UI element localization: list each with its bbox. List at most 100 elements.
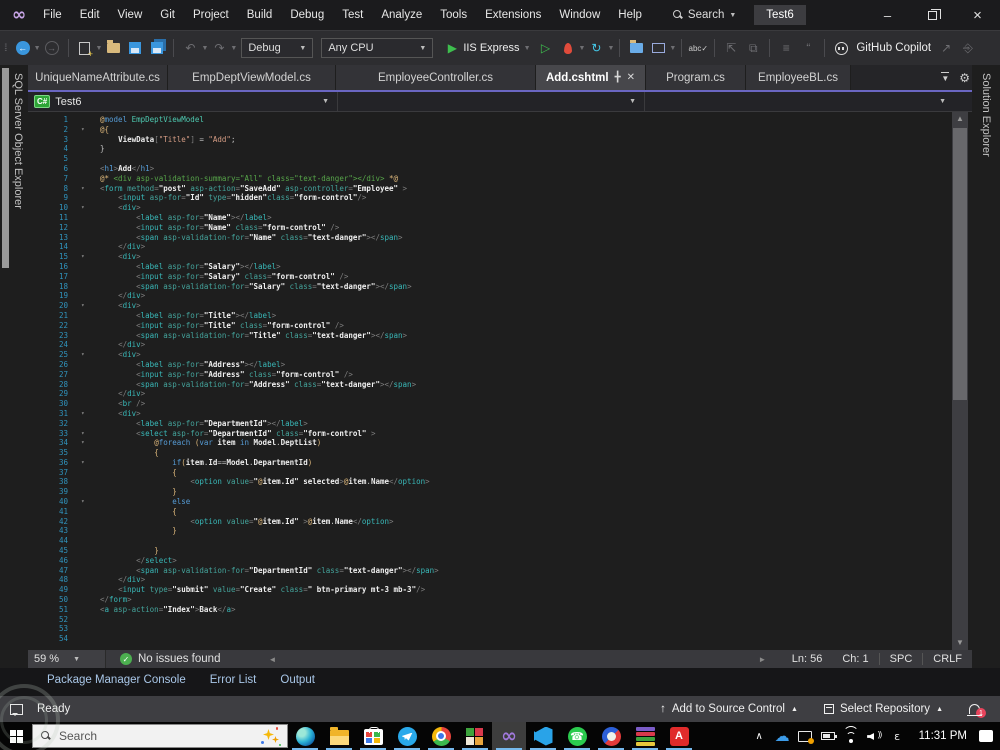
- wifi-icon[interactable]: [840, 722, 863, 750]
- vertical-scrollbar[interactable]: ▲ ▼: [952, 112, 968, 650]
- tab-employeecontroller-cs[interactable]: EmployeeController.cs: [336, 65, 536, 90]
- minimize-button[interactable]: –: [865, 0, 910, 30]
- type-dropdown[interactable]: ▼: [338, 91, 645, 112]
- column-indicator[interactable]: Ch: 1: [832, 653, 878, 665]
- code-editor[interactable]: 1 @model EmpDeptViewModel 2 ▾ @{3 ViewData["…: [28, 112, 952, 650]
- solution-platform-dropdown[interactable]: Any CPU ▼: [321, 38, 434, 58]
- notifications-bell-icon[interactable]: 1: [967, 704, 986, 718]
- chevron-down-icon[interactable]: ▼: [34, 45, 41, 52]
- menu-item-analyze[interactable]: Analyze: [372, 0, 431, 30]
- fold-chevron-icon[interactable]: ▾: [68, 252, 100, 262]
- add-to-source-control-button[interactable]: ↑ Add to Source Control ▲: [660, 703, 798, 715]
- fold-chevron-icon[interactable]: ▾: [68, 301, 100, 311]
- tray-expand-chevron-icon[interactable]: ∧: [748, 722, 771, 750]
- vertical-scrollbar-thumb[interactable]: [953, 128, 967, 400]
- navigate-forward-button[interactable]: →: [43, 39, 61, 57]
- navigate-back-button[interactable]: ←: [14, 39, 32, 57]
- taskbar-idm-icon[interactable]: [594, 722, 628, 750]
- fold-chevron-icon[interactable]: ▾: [68, 409, 100, 419]
- github-copilot-button[interactable]: GitHub Copilot: [856, 42, 931, 54]
- save-all-button[interactable]: [148, 39, 166, 57]
- taskbar-chrome-icon[interactable]: [424, 722, 458, 750]
- close-button[interactable]: ×: [955, 0, 1000, 30]
- taskbar-visual-studio-icon[interactable]: ∞: [492, 722, 526, 750]
- select-element-button[interactable]: ⇱: [722, 39, 740, 57]
- chevron-down-icon[interactable]: ▼: [607, 45, 614, 52]
- taskbar-telegram-icon[interactable]: [390, 722, 424, 750]
- menu-item-edit[interactable]: Edit: [71, 0, 109, 30]
- scroll-up-arrow[interactable]: ▲: [952, 112, 968, 126]
- panel-tab-package-manager-console[interactable]: Package Manager Console: [47, 674, 186, 686]
- fold-chevron-icon[interactable]: ▾: [68, 458, 100, 468]
- battery-icon[interactable]: [817, 722, 840, 750]
- tab-employeebl-cs[interactable]: EmployeeBL.cs: [746, 65, 851, 90]
- panel-tab-output[interactable]: Output: [280, 674, 315, 686]
- undo-button[interactable]: ↶: [181, 39, 199, 57]
- screen-snip-icon[interactable]: [794, 722, 817, 750]
- restore-button[interactable]: [910, 0, 955, 30]
- menu-item-extensions[interactable]: Extensions: [476, 0, 550, 30]
- fold-chevron-icon[interactable]: ▾: [68, 438, 100, 448]
- member-dropdown[interactable]: ▼: [645, 92, 972, 112]
- start-button[interactable]: [0, 722, 32, 750]
- project-dropdown[interactable]: C# Test6 ▼: [28, 91, 338, 112]
- solution-configuration-dropdown[interactable]: Debug ▼: [241, 38, 314, 58]
- issues-status[interactable]: No issues found: [138, 653, 220, 665]
- language-indicator[interactable]: ε: [886, 722, 909, 750]
- tab-uniquenameattribute-cs[interactable]: UniqueNameAttribute.cs: [28, 65, 168, 90]
- copy-format-button[interactable]: ⧉: [744, 39, 762, 57]
- live-share-button[interactable]: ⎆: [959, 39, 977, 57]
- tab-empdeptviewmodel-cs[interactable]: EmpDeptViewModel.cs: [168, 65, 336, 90]
- comment-lines-button[interactable]: “: [799, 39, 817, 57]
- taskbar-winrar-icon[interactable]: [628, 722, 662, 750]
- menu-item-build[interactable]: Build: [238, 0, 282, 30]
- taskbar-clock[interactable]: 11:31 PM: [909, 730, 977, 742]
- find-in-files-button[interactable]: [627, 39, 645, 57]
- close-tab-icon[interactable]: ✕: [627, 72, 635, 83]
- taskbar-file-explorer-icon[interactable]: [322, 722, 356, 750]
- solution-explorer-tab[interactable]: Solution Explorer: [980, 73, 992, 157]
- hot-reload-button[interactable]: [559, 39, 577, 57]
- browser-preview-button[interactable]: [649, 39, 667, 57]
- taskbar-app-icon[interactable]: [458, 722, 492, 750]
- pin-tab-icon[interactable]: ╋: [615, 72, 621, 83]
- line-indicator[interactable]: Ln: 56: [782, 653, 833, 665]
- menu-item-git[interactable]: Git: [151, 0, 184, 30]
- spell-check-button[interactable]: abc✓: [689, 39, 709, 57]
- save-button[interactable]: [126, 39, 144, 57]
- open-file-button[interactable]: [104, 39, 122, 57]
- zoom-level-dropdown[interactable]: 59 % ▼: [28, 650, 106, 668]
- panel-tab-error-list[interactable]: Error List: [210, 674, 257, 686]
- chevron-down-icon[interactable]: ▼: [579, 45, 586, 52]
- chevron-down-icon[interactable]: ▼: [201, 45, 208, 52]
- scroll-down-arrow[interactable]: ▼: [952, 636, 968, 650]
- feedback-icon[interactable]: [10, 703, 23, 716]
- fold-chevron-icon[interactable]: ▾: [68, 429, 100, 439]
- chevron-down-icon[interactable]: ▼: [524, 45, 531, 52]
- tab-program-cs[interactable]: Program.cs: [646, 65, 746, 90]
- active-files-dropdown-icon[interactable]: ▼: [941, 72, 950, 83]
- document-options-gear-icon[interactable]: ⚙: [959, 71, 970, 85]
- tab-add-cshtml[interactable]: Add.cshtml ╋ ✕: [536, 65, 646, 90]
- share-button[interactable]: ↗: [937, 39, 955, 57]
- menu-item-debug[interactable]: Debug: [281, 0, 333, 30]
- fold-chevron-icon[interactable]: ▾: [68, 125, 100, 135]
- taskbar-vscode-icon[interactable]: [526, 722, 560, 750]
- menu-item-file[interactable]: File: [34, 0, 71, 30]
- restart-app-button[interactable]: ↻: [587, 39, 605, 57]
- line-ending-indicator[interactable]: CRLF: [922, 653, 972, 665]
- taskbar-edge-icon[interactable]: [288, 722, 322, 750]
- chevron-down-icon[interactable]: ▼: [230, 45, 237, 52]
- chevron-down-icon[interactable]: ▼: [669, 45, 676, 52]
- spaces-indicator[interactable]: SPC: [878, 653, 923, 665]
- fold-chevron-icon[interactable]: ▾: [68, 203, 100, 213]
- fold-chevron-icon[interactable]: ▾: [68, 350, 100, 360]
- menu-item-test[interactable]: Test: [333, 0, 372, 30]
- scroll-left-arrow[interactable]: ◄: [268, 655, 276, 664]
- taskbar-microsoft-store-icon[interactable]: [356, 722, 390, 750]
- taskbar-search-box[interactable]: Search: [32, 724, 288, 748]
- title-search-control[interactable]: Search ▼: [672, 9, 736, 21]
- taskbar-acrobat-icon[interactable]: A: [662, 722, 696, 750]
- redo-button[interactable]: ↷: [210, 39, 228, 57]
- new-project-button[interactable]: [76, 39, 94, 59]
